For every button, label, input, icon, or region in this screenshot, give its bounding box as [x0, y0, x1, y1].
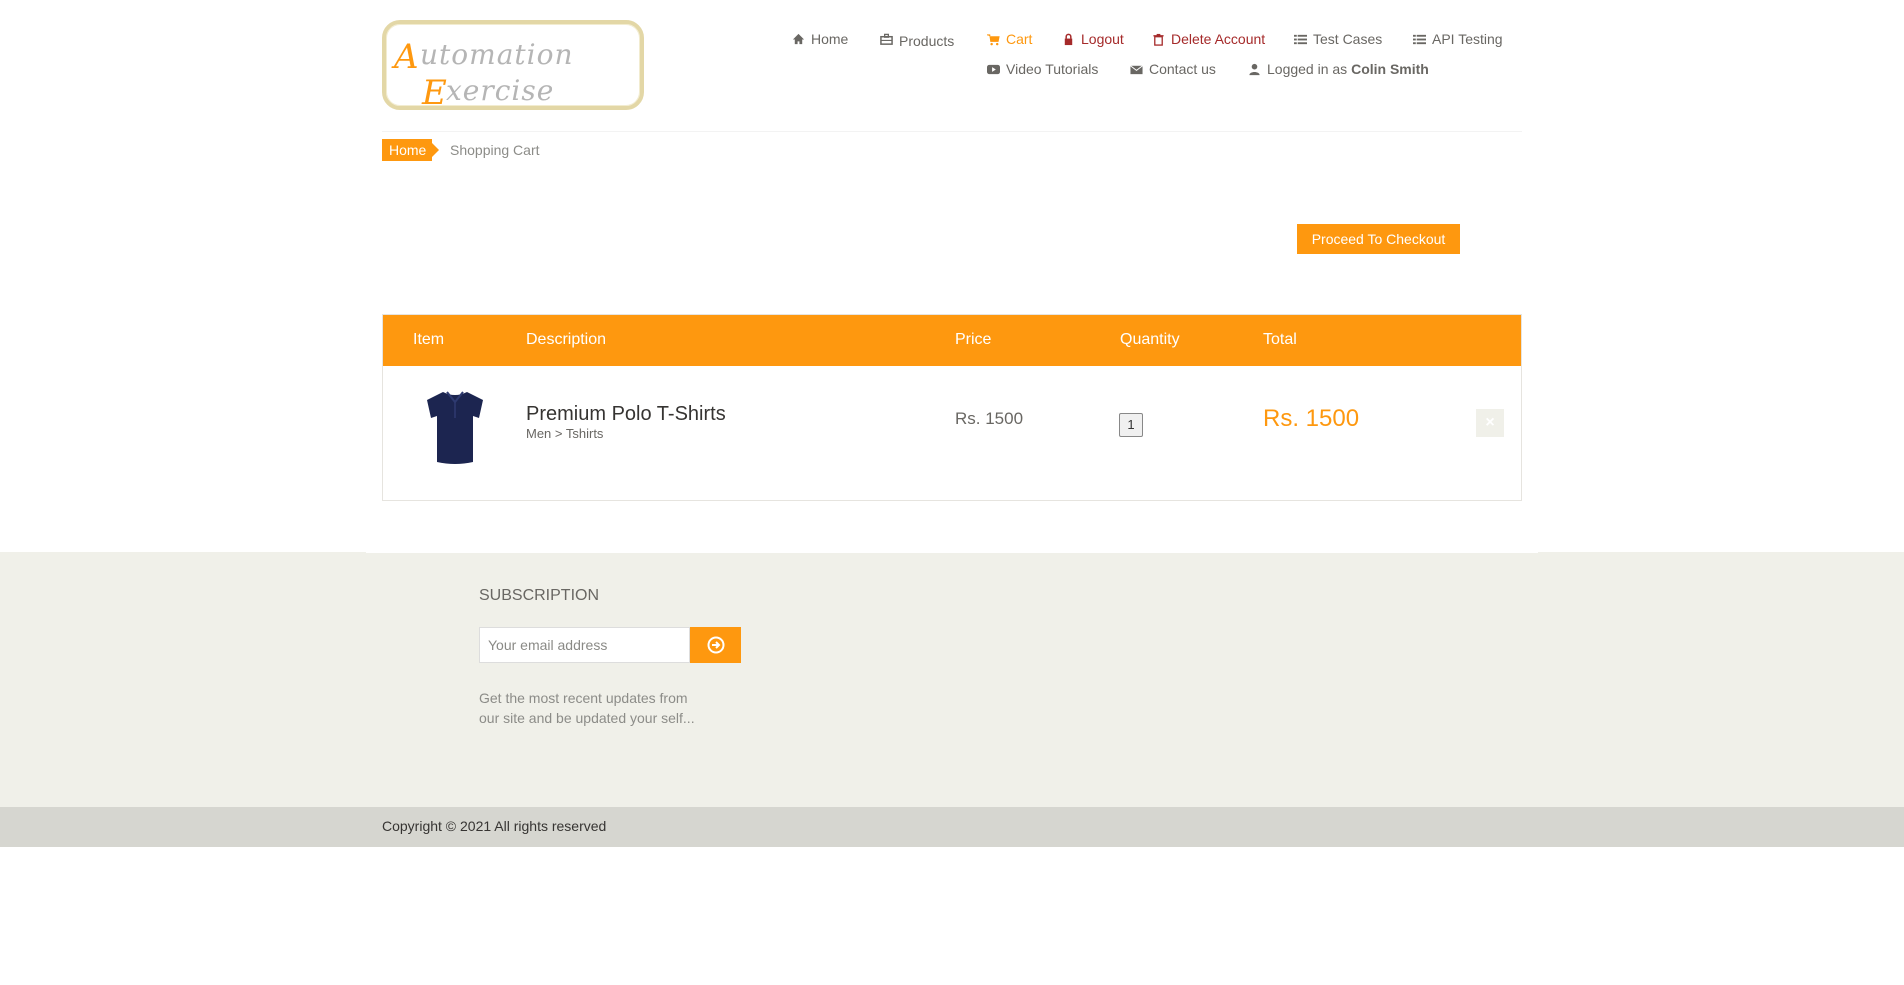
user-name: Colin Smith — [1351, 61, 1429, 77]
header-divider — [382, 131, 1522, 132]
header-item: Item — [413, 331, 445, 348]
logo-text-2: xercise — [446, 74, 554, 107]
nav-delete-account-label: Delete Account — [1171, 31, 1266, 47]
nav-api-testing-label: API Testing — [1432, 31, 1503, 47]
logo-text-1: utomation — [420, 38, 573, 71]
header-description: Description — [526, 331, 607, 348]
nav-home[interactable]: Home — [792, 31, 848, 47]
nav-api-testing[interactable]: API Testing — [1413, 31, 1503, 47]
copyright-bar — [0, 807, 1904, 847]
nav-home-label: Home — [811, 31, 849, 47]
subscription-text: Get the most recent updates from our sit… — [479, 688, 719, 728]
delete-item-button[interactable]: × — [1476, 409, 1504, 437]
site-logo[interactable]: A utomation E xercise — [382, 20, 644, 113]
subscribe-button[interactable] — [690, 627, 741, 663]
product-price: Rs. 1500 — [955, 409, 1024, 428]
home-icon — [792, 33, 805, 44]
nav-cart[interactable]: Cart — [987, 31, 1032, 47]
breadcrumb-current: Shopping Cart — [450, 142, 540, 158]
product-name[interactable]: Premium Polo T-Shirts — [526, 403, 726, 426]
arrow-circle-right-icon — [707, 636, 724, 654]
close-icon: × — [1485, 414, 1495, 431]
cart-table-header: Item Description Price Quantity Total — [383, 315, 1521, 366]
nav-products-label: Products — [899, 33, 955, 49]
header-total: Total — [1263, 331, 1297, 348]
list-icon — [1413, 34, 1426, 44]
svg-text:A: A — [391, 37, 419, 77]
cart-table: Item Description Price Quantity Total Pr… — [382, 314, 1522, 501]
quantity-box: 1 — [1119, 413, 1143, 437]
lock-icon — [1064, 33, 1073, 45]
trash-icon — [1153, 33, 1164, 46]
subscription-email-input[interactable] — [479, 627, 690, 663]
proceed-to-checkout-button[interactable]: Proceed To Checkout — [1297, 224, 1460, 254]
nav-video-tutorials-label: Video Tutorials — [1006, 61, 1099, 77]
subscription-text-line-2: our site and be updated your self... — [479, 710, 695, 726]
nav-logout[interactable]: Logout — [1062, 31, 1124, 47]
header-quantity: Quantity — [1120, 331, 1180, 348]
list-icon — [1294, 34, 1307, 44]
nav-contact-us[interactable]: Contact us — [1130, 61, 1216, 77]
nav-logged-in-as[interactable]: Logged in as Colin Smith — [1248, 61, 1429, 77]
youtube-play-icon — [987, 64, 1000, 74]
footer-divider — [366, 552, 1538, 553]
copyright-text: Copyright © 2021 All rights reserved — [382, 818, 607, 834]
product-category: Men > Tshirts — [526, 426, 604, 441]
product-image[interactable] — [421, 388, 489, 466]
shopping-cart-icon — [987, 33, 1000, 45]
breadcrumb-home[interactable]: Home — [382, 139, 440, 161]
product-total: Rs. 1500 — [1263, 405, 1360, 432]
header-price: Price — [955, 331, 992, 348]
nav-contact-us-label: Contact us — [1149, 61, 1216, 77]
nav-video-tutorials[interactable]: Video Tutorials — [987, 61, 1098, 77]
envelope-icon — [1130, 64, 1143, 74]
briefcase-icon — [880, 33, 893, 45]
logged-in-prefix: Logged in as — [1267, 61, 1348, 77]
subscription-title: SUBSCRIPTION — [479, 587, 600, 604]
user-icon — [1249, 63, 1260, 75]
subscription-text-line-1: Get the most recent updates from — [479, 690, 688, 706]
nav-cart-label: Cart — [1006, 31, 1033, 47]
nav-products[interactable]: Products — [880, 31, 955, 49]
nav-logged-in-text: Logged in as Colin Smith — [1267, 61, 1429, 77]
svg-text:E: E — [421, 73, 447, 113]
nav-logout-label: Logout — [1081, 31, 1124, 47]
footer-widget — [0, 552, 1904, 807]
nav-delete-account[interactable]: Delete Account — [1152, 31, 1265, 47]
nav-test-cases[interactable]: Test Cases — [1294, 31, 1382, 47]
nav-test-cases-label: Test Cases — [1313, 31, 1383, 47]
